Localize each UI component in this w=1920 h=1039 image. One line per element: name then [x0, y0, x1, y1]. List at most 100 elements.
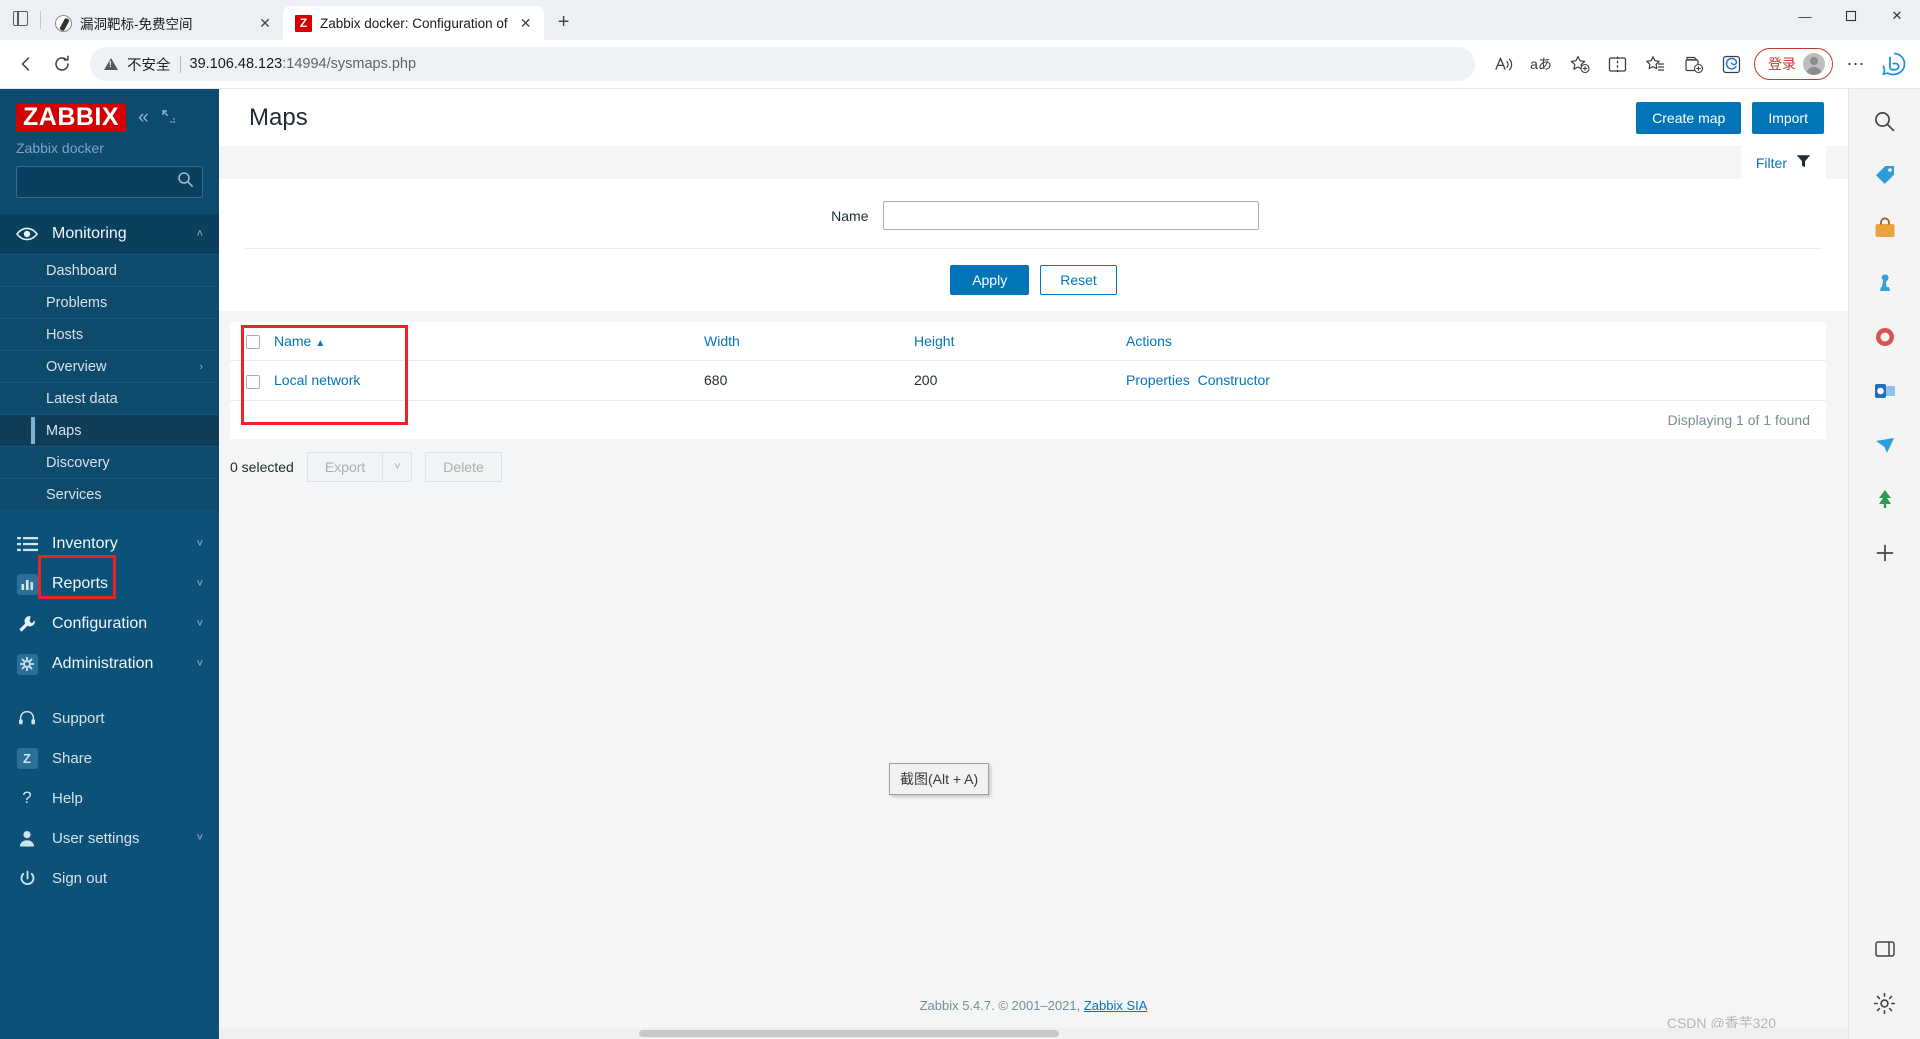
split-screen-icon[interactable]: [1599, 46, 1635, 82]
column-header-height-link[interactable]: Height: [914, 333, 954, 349]
tree-icon[interactable]: [1865, 479, 1905, 519]
bing-copilot-icon[interactable]: [1876, 46, 1912, 82]
selected-count-label: 0 selected: [230, 458, 294, 475]
hide-sidebar-icon[interactable]: [161, 109, 176, 127]
page-title: Maps: [249, 103, 308, 131]
sidebar-item-administration[interactable]: Administration ˅: [0, 644, 219, 684]
export-button[interactable]: Export: [306, 451, 383, 482]
sidebar-item-configuration[interactable]: Configuration ˅: [0, 604, 219, 644]
shopping-bag-icon[interactable]: [1865, 209, 1905, 249]
drop-icon[interactable]: [1865, 425, 1905, 465]
sidebar-item-share[interactable]: Z Share: [0, 738, 219, 778]
browser-tab-1[interactable]: 漏洞靶标-免费空间 ✕: [43, 6, 283, 40]
favorites-icon[interactable]: [1637, 46, 1673, 82]
zabbix-sia-link[interactable]: Zabbix SIA: [1084, 998, 1148, 1013]
map-properties-link[interactable]: Properties: [1126, 372, 1190, 388]
sidebar-item-sign-out[interactable]: Sign out: [0, 858, 219, 898]
search-input[interactable]: [25, 173, 177, 192]
select-all-checkbox[interactable]: [246, 335, 260, 350]
close-window-button[interactable]: ✕: [1874, 0, 1920, 32]
sidebar-item-discovery[interactable]: Discovery: [0, 446, 219, 478]
chevron-up-icon[interactable]: ˄: [197, 228, 203, 240]
sidebar-item-overview[interactable]: Overview ›: [0, 350, 219, 382]
add-favorite-icon[interactable]: [1561, 46, 1597, 82]
apply-button[interactable]: Apply: [950, 265, 1030, 295]
filter-name-input[interactable]: [882, 201, 1259, 230]
sidebar-item-hosts[interactable]: Hosts: [0, 318, 219, 350]
sidebar-panel-icon[interactable]: [1865, 929, 1905, 969]
column-header-width-link[interactable]: Width: [704, 333, 740, 349]
back-arrow-icon[interactable]: [8, 46, 44, 82]
signin-button[interactable]: 登录: [1754, 48, 1833, 80]
row-checkbox[interactable]: [246, 374, 260, 389]
chevron-down-icon[interactable]: ˅: [197, 538, 203, 550]
more-options-icon[interactable]: ⋯: [1838, 46, 1874, 82]
sidebar-item-inventory[interactable]: Inventory ˅: [0, 524, 219, 564]
close-tab-icon[interactable]: ✕: [255, 13, 275, 33]
select-all-header: [230, 322, 274, 362]
search-icon[interactable]: [177, 171, 194, 193]
zabbix-logo[interactable]: ZABBIX: [16, 103, 127, 133]
column-header-name-link[interactable]: Name: [274, 333, 311, 349]
sidebar-item-support[interactable]: Support: [0, 698, 219, 738]
read-aloud-icon[interactable]: [1485, 46, 1521, 82]
browser-essentials-icon[interactable]: [1713, 46, 1749, 82]
avatar-icon: [1803, 53, 1825, 75]
column-header-name[interactable]: Name ▲: [274, 322, 704, 362]
address-divider: [179, 55, 181, 73]
reload-icon[interactable]: [44, 46, 80, 82]
sidebar-item-dashboard[interactable]: Dashboard: [0, 254, 219, 286]
chevron-down-icon[interactable]: ˅: [197, 832, 203, 844]
browser-window: 漏洞靶标-免费空间 ✕ Z Zabbix docker: Configurati…: [0, 0, 1920, 1039]
settings-gear-icon[interactable]: [1865, 983, 1905, 1023]
reset-button[interactable]: Reset: [1040, 265, 1117, 295]
sidebar-item-services[interactable]: Services: [0, 478, 219, 510]
sidebar-item-user-settings[interactable]: User settings ˅: [0, 818, 219, 858]
column-header-height[interactable]: Height: [914, 322, 1126, 362]
filter-name-label: Name: [831, 207, 869, 224]
collections-icon[interactable]: [1675, 46, 1711, 82]
sidebar-item-reports[interactable]: Reports ˅: [0, 564, 219, 604]
navbar-right-actions: aあ 登录 ⋯: [1485, 46, 1912, 82]
table-row: Local network 680 200 Properties Constru…: [230, 360, 1826, 401]
new-tab-button[interactable]: +: [548, 6, 580, 38]
create-map-button[interactable]: Create map: [1636, 101, 1742, 134]
map-name-link[interactable]: Local network: [274, 372, 360, 388]
main-content: Maps Create map Import Filter Name Apply: [219, 89, 1848, 1039]
horizontal-scrollbar[interactable]: [219, 1028, 1848, 1039]
export-split-button[interactable]: Export ˅: [306, 451, 413, 482]
browser-tab-2[interactable]: Z Zabbix docker: Configuration of ✕: [283, 6, 544, 40]
minimize-button[interactable]: —: [1782, 0, 1828, 32]
collapse-sidebar-icon[interactable]: «: [138, 107, 149, 129]
scrollbar-thumb[interactable]: [639, 1030, 1059, 1037]
outlook-icon[interactable]: [1865, 371, 1905, 411]
sidebar-section-monitoring: Monitoring ˄ Dashboard Problems Hosts Ov…: [0, 214, 219, 511]
sidebar-search-box[interactable]: [16, 166, 203, 199]
close-tab-icon[interactable]: ✕: [516, 13, 536, 33]
import-button[interactable]: Import: [1752, 101, 1824, 134]
add-icon[interactable]: [1865, 533, 1905, 573]
games-icon[interactable]: [1865, 263, 1905, 303]
sidebar-item-latest-data[interactable]: Latest data: [0, 382, 219, 414]
map-constructor-link[interactable]: Constructor: [1198, 372, 1270, 388]
table-footer-count: Displaying 1 of 1 found: [230, 400, 1826, 439]
translate-icon[interactable]: aあ: [1523, 46, 1559, 82]
shopping-tag-icon[interactable]: [1865, 155, 1905, 195]
delete-button[interactable]: Delete: [425, 451, 502, 482]
chevron-down-icon[interactable]: ˅: [382, 451, 413, 482]
search-icon[interactable]: [1865, 101, 1905, 141]
chevron-down-icon[interactable]: ˅: [197, 658, 203, 670]
tab-actions-icon[interactable]: [0, 0, 40, 38]
address-bar[interactable]: 不安全 39.106.48.123:14994/sysmaps.php: [90, 47, 1475, 81]
sidebar-item-maps[interactable]: Maps: [0, 414, 219, 447]
column-header-width[interactable]: Width: [704, 322, 914, 362]
office-icon[interactable]: [1865, 317, 1905, 357]
tab-filter[interactable]: Filter: [1740, 146, 1826, 179]
sidebar-item-help[interactable]: ? Help: [0, 778, 219, 818]
chevron-down-icon[interactable]: ˅: [197, 578, 203, 590]
sidebar-item-monitoring[interactable]: Monitoring ˄: [0, 214, 219, 254]
list-icon: [16, 536, 38, 552]
sidebar-item-problems[interactable]: Problems: [0, 286, 219, 318]
maximize-button[interactable]: [1828, 0, 1874, 32]
chevron-down-icon[interactable]: ˅: [197, 618, 203, 630]
